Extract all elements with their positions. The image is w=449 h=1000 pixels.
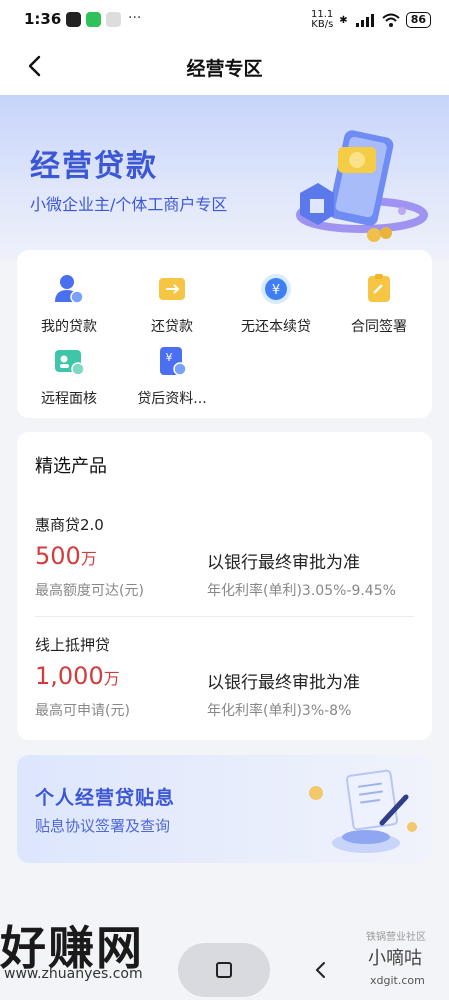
post-loan-docs-icon: ¥ <box>160 347 187 376</box>
system-back-button[interactable] <box>306 955 336 985</box>
status-time: 1:36 <box>24 10 62 28</box>
section-title: 精选产品 <box>35 456 107 477</box>
network-speed: 11.1 KB/s <box>311 9 334 30</box>
home-button[interactable] <box>209 955 239 985</box>
wechat-icon <box>86 12 101 27</box>
product-item-huishangdai[interactable]: 惠商贷2.0 500万 最高额度可达(元) 以银行最终审批为准 年化利率(单利)… <box>17 502 432 612</box>
one-app-icon <box>106 12 121 27</box>
service-remote-verify[interactable]: 远程面核 <box>17 344 121 408</box>
user-loan-icon <box>55 275 84 304</box>
watermark-right-url: xdgit.com <box>370 974 425 987</box>
repay-icon <box>159 278 185 300</box>
yuan-renew-icon: ¥ <box>261 274 291 304</box>
featured-products-card: 精选产品 惠商贷2.0 500万 最高额度可达(元) 以银行最终审批为准 年化利… <box>17 432 432 740</box>
remote-verify-icon <box>55 350 85 376</box>
services-card: 我的贷款 还贷款 ¥ 无还本续贷 合同签署 远程面核 ¥ 贷后资料... <box>17 250 432 418</box>
product-amount-note: 最高可申请(元) <box>35 703 130 719</box>
product-item-online-mortgage[interactable]: 线上抵押贷 1,000万 最高可申请(元) 以银行最终审批为准 年化利率(单利)… <box>17 622 432 732</box>
product-amount: 1,000万 <box>35 662 120 690</box>
watermark-tiny: 铁锅营业社区 <box>366 932 426 943</box>
more-notifications-icon: ··· <box>128 10 142 26</box>
svg-text:¥: ¥ <box>166 351 173 364</box>
watermark-right: 小嘀咕 <box>368 948 422 969</box>
subsidy-desc: 贴息协议签署及查询 <box>35 817 171 835</box>
subsidy-title: 个人经营贷贴息 <box>35 787 176 809</box>
phone-coin-illustration <box>296 130 428 242</box>
service-post-loan-docs[interactable]: ¥ 贷后资料... <box>120 344 224 408</box>
page-title: 经营专区 <box>186 58 263 80</box>
product-name: 线上抵押贷 <box>35 636 111 654</box>
nav-bar: 经营专区 <box>0 40 449 95</box>
svg-text:¥: ¥ <box>272 283 280 298</box>
qq-icon <box>66 12 81 27</box>
watermark-left-url: www.zhuanyes.com <box>4 966 143 982</box>
product-approval: 以银行最终审批为准 <box>207 553 360 573</box>
banner-subtitle: 小微企业主/个体工商户专区 <box>30 195 228 214</box>
interest-subsidy-card[interactable]: 个人经营贷贴息 贴息协议签署及查询 <box>17 755 432 863</box>
contract-sign-icon <box>368 274 390 302</box>
product-approval: 以银行最终审批为准 <box>207 673 360 693</box>
wifi-icon <box>382 13 400 27</box>
banner: 经营贷款 小微企业主/个体工商户专区 <box>0 95 449 260</box>
battery-indicator: 86 <box>405 12 431 28</box>
product-rate: 年化利率(单利)3%-8% <box>207 703 352 719</box>
service-my-loans[interactable]: 我的贷款 <box>17 272 121 336</box>
product-divider <box>35 616 414 617</box>
service-contract-sign[interactable]: 合同签署 <box>327 272 431 336</box>
product-rate: 年化利率(单利)3.05%-9.45% <box>207 583 396 599</box>
status-bar: 1:36 ··· 11.1 KB/s ✱ 86 <box>0 0 449 40</box>
banner-title: 经营贷款 <box>30 149 158 184</box>
product-amount-note: 最高额度可达(元) <box>35 583 144 599</box>
product-name: 惠商贷2.0 <box>35 516 104 534</box>
status-right: 11.1 KB/s ✱ 86 <box>311 10 431 30</box>
service-repay[interactable]: 还贷款 <box>120 272 224 336</box>
product-amount: 500万 <box>35 542 97 570</box>
document-pen-illustration <box>309 769 417 853</box>
service-no-principal-renewal[interactable]: ¥ 无还本续贷 <box>224 272 328 336</box>
signal-icon <box>355 14 374 27</box>
bluetooth-icon: ✱ <box>339 14 348 26</box>
